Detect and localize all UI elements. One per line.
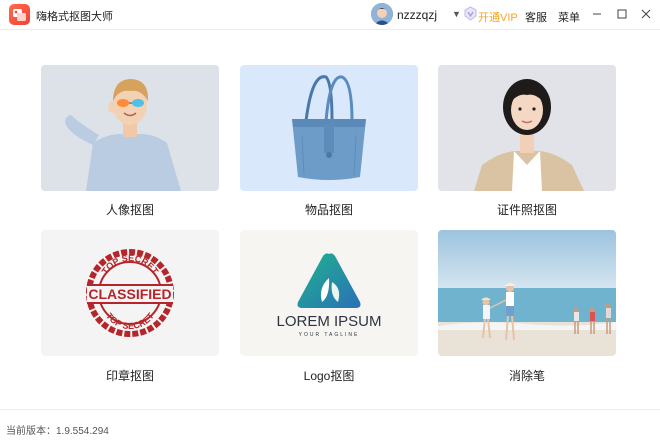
card-label: Logo抠图 — [303, 369, 355, 383]
object-cutout-image — [240, 65, 418, 191]
logo-tagline-text: YOUR TAGLINE — [299, 332, 360, 338]
logo-name-text: LOREM IPSUM — [276, 313, 381, 330]
logo-cutout-card[interactable]: LOREM IPSUM YOUR TAGLINE Logo抠图 — [240, 230, 418, 383]
stamp-middle-text: CLASSIFIED — [88, 286, 171, 302]
stamp-cutout-card[interactable]: TOP SECRET TOP SECRET CLASSIFIED 印章抠图 — [41, 230, 219, 383]
card-label: 人像抠图 — [105, 203, 154, 217]
card-label: 物品抠图 — [304, 203, 353, 217]
menu-button[interactable]: 菜单 — [558, 9, 580, 25]
eraser-card[interactable]: 消除笔 — [438, 230, 616, 383]
eraser-image — [438, 230, 616, 356]
open-vip-button[interactable]: 开通VIP — [478, 9, 518, 25]
logo-cutout-image: LOREM IPSUM YOUR TAGLINE — [240, 230, 418, 356]
object-cutout-card[interactable]: 物品抠图 — [240, 65, 418, 217]
app-title: 嗨格式抠图大师 — [36, 11, 113, 23]
stamp-cutout-image: TOP SECRET TOP SECRET CLASSIFIED — [41, 230, 219, 356]
id-photo-cutout-image — [438, 65, 616, 191]
vip-badge-icon[interactable] — [464, 6, 477, 21]
username[interactable]: nzzzqzj — [397, 8, 437, 22]
app-logo-icon — [9, 4, 30, 25]
portrait-cutout-card[interactable]: 人像抠图 — [41, 65, 219, 217]
status-bar: 当前版本：1.9.554.294 — [0, 409, 660, 440]
app-window: 嗨格式抠图大师 nzzzqzj ▼ 开通VIP 客服 菜单 人像抠图 物品抠图 … — [0, 0, 660, 440]
customer-service-button[interactable]: 客服 — [525, 9, 547, 25]
avatar[interactable] — [371, 3, 393, 25]
version-text: 当前版本：1.9.554.294 — [6, 426, 109, 437]
card-label: 证件照抠图 — [496, 203, 557, 217]
card-label: 印章抠图 — [105, 369, 154, 383]
minimize-icon[interactable] — [589, 6, 605, 22]
card-label: 消除笔 — [508, 369, 545, 383]
chevron-down-icon[interactable]: ▼ — [452, 9, 461, 19]
id-photo-cutout-card[interactable]: 证件照抠图 — [438, 65, 616, 217]
close-icon[interactable] — [638, 6, 654, 22]
title-bar: 嗨格式抠图大师 nzzzqzj ▼ 开通VIP 客服 菜单 — [0, 0, 660, 30]
portrait-cutout-image — [41, 65, 219, 191]
maximize-icon[interactable] — [614, 6, 630, 22]
